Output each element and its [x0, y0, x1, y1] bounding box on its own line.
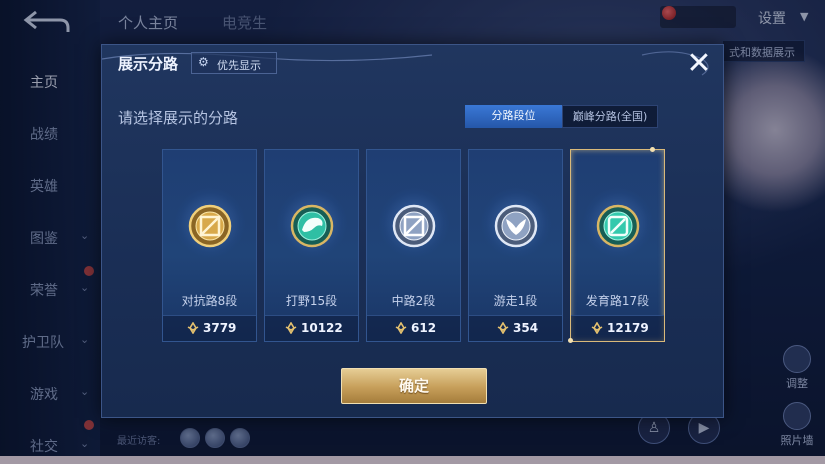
- lane-points-row: 354: [469, 315, 562, 341]
- lane-points-row: 612: [367, 315, 460, 341]
- lane-card-farm[interactable]: 发育路17段 12179: [568, 147, 665, 343]
- lane-name: 游走1段: [493, 294, 538, 308]
- lane-points-row: 3779: [163, 315, 256, 341]
- close-icon[interactable]: ✕: [682, 47, 716, 81]
- lane-points-row: 10122: [265, 315, 358, 341]
- lane-name: 发育路17段: [585, 294, 650, 308]
- lane-points: 10122: [301, 321, 343, 335]
- lane-points: 612: [411, 321, 437, 335]
- lane-card-jungle[interactable]: 打野15段 10122: [264, 149, 359, 342]
- clash-lane-icon: [188, 204, 232, 248]
- modal-subtitle: 请选择展示的分路: [118, 109, 239, 127]
- farm-lane-icon: [596, 204, 640, 248]
- lane-points: 12179: [607, 321, 649, 335]
- lane-card-roam[interactable]: 游走1段 354: [468, 149, 563, 342]
- tab-peak-lane[interactable]: 巅峰分路(全国): [562, 105, 658, 128]
- confirm-button[interactable]: 确定: [341, 368, 487, 404]
- modal-title: 展示分路: [118, 55, 179, 73]
- selection-corner-dot: [568, 338, 573, 343]
- roam-wings-icon: [494, 204, 538, 248]
- lane-points-icon: [395, 322, 407, 334]
- lane-card-mid[interactable]: 中路2段 612: [366, 149, 461, 342]
- lane-name: 打野15段: [285, 294, 338, 308]
- lane-points-row: 12179: [571, 315, 664, 341]
- lane-card-clash[interactable]: 对抗路8段 3779: [162, 149, 257, 342]
- lane-points-icon: [591, 322, 603, 334]
- mid-lane-icon: [392, 204, 436, 248]
- selection-corner-dot: [650, 147, 655, 152]
- lane-display-modal: 展示分路 ⚙ 优先显示 ✕ 请选择展示的分路 分路段位 巅峰分路(全国) 对抗路…: [101, 44, 724, 418]
- gear-icon: ⚙: [198, 55, 209, 69]
- priority-display-label: 优先显示: [217, 59, 261, 72]
- lane-name: 对抗路8段: [181, 294, 238, 308]
- jungle-dragon-icon: [290, 204, 334, 248]
- lane-name: 中路2段: [391, 294, 436, 308]
- lane-points: 354: [513, 321, 539, 335]
- priority-display-button[interactable]: ⚙ 优先显示: [191, 52, 277, 74]
- lane-points: 3779: [203, 321, 237, 335]
- lane-points-icon: [285, 322, 297, 334]
- tab-lane-rank[interactable]: 分路段位: [465, 105, 562, 128]
- lane-points-icon: [187, 322, 199, 334]
- lane-points-icon: [497, 322, 509, 334]
